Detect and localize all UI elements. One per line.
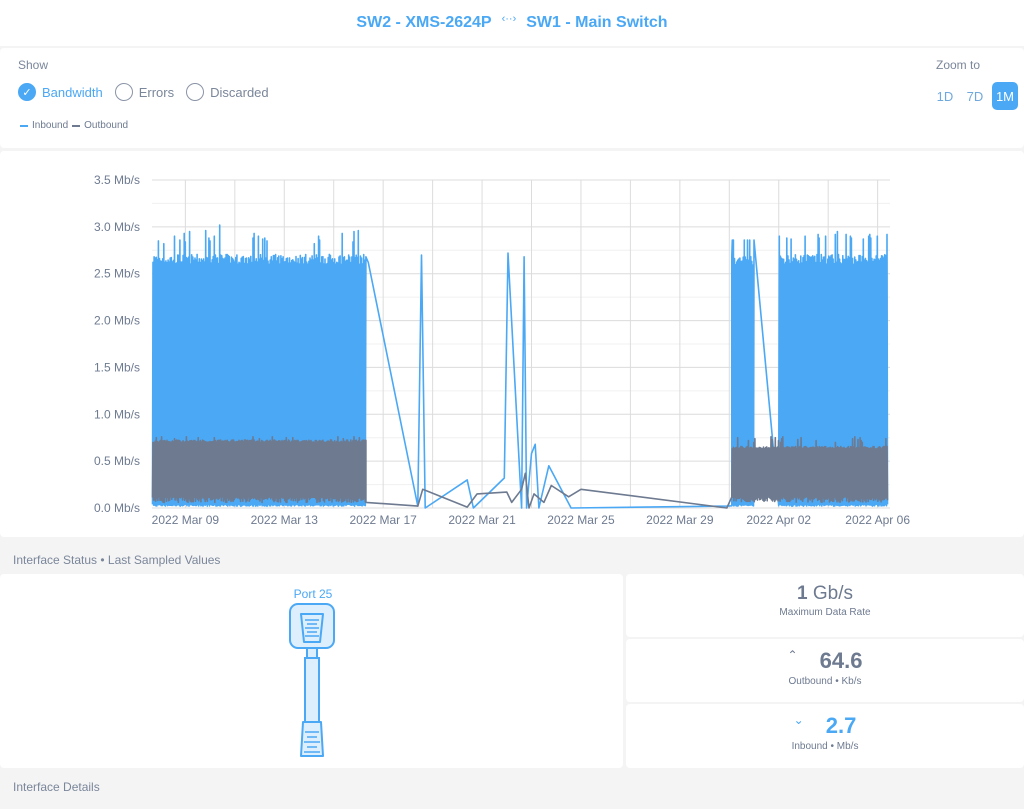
legend-outbound[interactable]: Outbound [72, 120, 128, 131]
show-label: Show [18, 58, 49, 72]
y-tick-label: 0.0 Mb/s [94, 501, 140, 515]
y-tick-label: 1.5 Mb/s [94, 360, 140, 374]
legend-label: Outbound [84, 120, 129, 131]
x-tick-label: 2022 Mar 29 [646, 513, 714, 527]
x-tick-label: 2022 Mar 25 [547, 513, 615, 527]
option-label: Discarded [210, 84, 269, 100]
checkmark-icon: ✓ [18, 83, 36, 101]
outbound-card: ⌃ 64.6 Outbound • Kb/s [626, 639, 1024, 702]
double-chevron-down-icon: ⌄ [793, 713, 804, 727]
x-tick-label: 2022 Mar 09 [152, 513, 220, 527]
metric-options: ✓ Bandwidth Errors Discarded [18, 83, 281, 101]
legend-inbound[interactable]: Inbound [20, 120, 68, 131]
right-device-title[interactable]: SW1 - Main Switch [526, 14, 667, 32]
legend-swatch-inbound [20, 124, 28, 127]
port-panel: Port 25 [0, 574, 623, 768]
inbound-card: ⌄ 2.7 Inbound • Mb/s [626, 704, 1024, 768]
max-rate-card: 1 Gb/s Maximum Data Rate [626, 574, 1024, 637]
left-device-title[interactable]: SW2 - XMS-2624P [356, 14, 491, 32]
y-tick-label: 3.0 Mb/s [94, 220, 140, 234]
zoom-7d-button[interactable]: 7D [962, 82, 988, 110]
x-tick-label: 2022 Mar 21 [448, 513, 516, 527]
chart-svg[interactable]: 0.0 Mb/s 0.5 Mb/s 1.0 Mb/s 1.5 Mb/s 2.0 Mb/s… [0, 151, 1024, 537]
x-tick-label: 2022 Apr 06 [845, 513, 910, 527]
x-tick-label: 2022 Mar 17 [349, 513, 417, 527]
option-errors[interactable]: Errors [114, 83, 175, 101]
zoom-label: Zoom to [935, 58, 980, 72]
y-tick-label: 3.5 Mb/s [94, 173, 140, 187]
link-arrows-icon: ‹··› [501, 13, 517, 25]
inbound-value: 2.7 [825, 713, 857, 738]
zoom-buttons: 1D 7D 1M [932, 82, 1018, 110]
chart-legend: Inbound Outbound [20, 120, 132, 131]
zoom-1d-button[interactable]: 1D [932, 82, 958, 110]
bandwidth-chart: 0.0 Mb/s 0.5 Mb/s 1.0 Mb/s 1.5 Mb/s 2.0 Mb/s… [0, 151, 1024, 537]
y-tick-label: 2.5 Mb/s [94, 267, 140, 281]
max-rate-value: 1 Gb/s [797, 583, 853, 604]
option-discarded[interactable]: Discarded [186, 83, 269, 101]
zoom-1m-button[interactable]: 1M [991, 82, 1018, 110]
y-tick-label: 0.5 Mb/s [94, 454, 140, 468]
x-tick-label: 2022 Mar 13 [251, 513, 319, 527]
outbound-value: 64.6 [819, 648, 863, 673]
double-chevron-up-icon: ⌃ [787, 648, 798, 662]
page-header: SW2 - XMS-2624P ‹··› SW1 - Main Switch [0, 0, 1024, 46]
option-bandwidth[interactable]: ✓ Bandwidth [18, 83, 103, 101]
option-label: Errors [138, 84, 175, 100]
interface-status-title: Interface Status • Last Sampled Values [13, 553, 221, 567]
legend-swatch-outbound [72, 124, 81, 127]
x-tick-label: 2022 Apr 02 [746, 513, 811, 527]
max-rate-label: Maximum Data Rate [779, 607, 871, 618]
interface-details-title: Interface Details [13, 780, 100, 794]
chart-controls: Show ✓ Bandwidth Errors Discarded Inboun… [0, 48, 1024, 148]
option-label: Bandwidth [42, 84, 103, 100]
radio-empty-icon [114, 83, 133, 101]
ethernet-cable-icon [289, 603, 335, 757]
port-label: Port 25 [293, 587, 333, 601]
y-tick-label: 1.0 Mb/s [94, 407, 140, 421]
legend-label: Inbound [32, 120, 69, 131]
inbound-label: Inbound • Mb/s [791, 741, 859, 752]
outbound-label: Outbound • Kb/s [788, 676, 862, 687]
y-tick-label: 2.0 Mb/s [94, 314, 140, 328]
radio-empty-icon [186, 83, 205, 101]
